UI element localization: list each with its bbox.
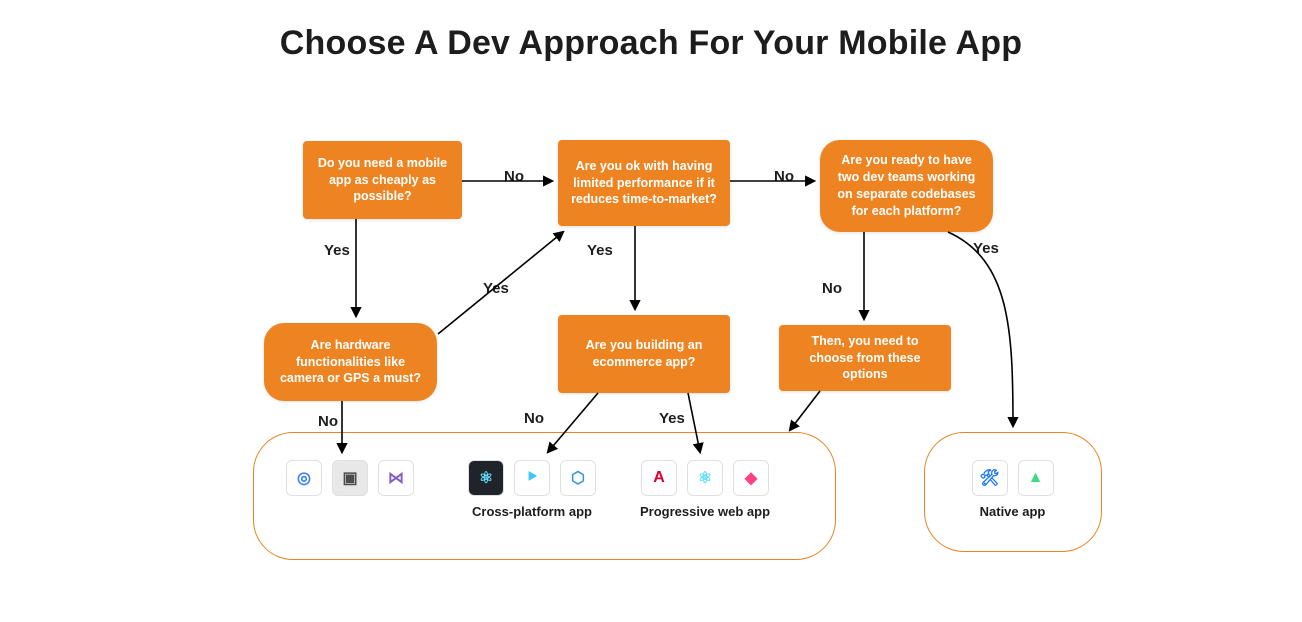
- node-two-teams: Are you ready to have two dev teams work…: [820, 140, 993, 232]
- node-performance: Are you ok with having limited performan…: [558, 140, 730, 226]
- hybrid-app-group: ◎ ▣ ⋈: [275, 460, 425, 496]
- polymer-icon: ◆: [733, 460, 769, 496]
- native-group: 🛠 ▲ Native app: [940, 460, 1085, 520]
- edge-teams-no: No: [819, 280, 845, 297]
- cross-platform-label: Cross-platform app: [452, 504, 612, 520]
- node-ecommerce: Are you building an ecommerce app?: [558, 315, 730, 393]
- cross-platform-group: ⚛ ⯈ ⬡ Cross-platform app: [452, 460, 612, 520]
- react-icon: ⚛: [468, 460, 504, 496]
- visual-studio-icon: ⋈: [378, 460, 414, 496]
- android-studio-icon: ▲: [1018, 460, 1054, 496]
- node-need-cheap: Do you need a mobile app as cheaply as p…: [303, 141, 462, 219]
- node-hardware: Are hardware functionalities like camera…: [264, 323, 437, 401]
- page-title: Choose A Dev Approach For Your Mobile Ap…: [0, 24, 1302, 63]
- xamarin-icon: ⬡: [560, 460, 596, 496]
- node-choose-options: Then, you need to choose from these opti…: [779, 325, 951, 391]
- pwa-label: Progressive web app: [620, 504, 790, 520]
- edge-cheap-yes: Yes: [321, 242, 353, 259]
- cordova-icon: ▣: [332, 460, 368, 496]
- ionic-icon: ◎: [286, 460, 322, 496]
- native-label: Native app: [940, 504, 1085, 520]
- xcode-icon: 🛠: [972, 460, 1008, 496]
- edge-ecom-yes: Yes: [656, 410, 688, 427]
- flutter-icon: ⯈: [514, 460, 550, 496]
- edge-perf-yes: Yes: [584, 242, 616, 259]
- angular-icon: A: [641, 460, 677, 496]
- edge-perf-no: No: [771, 168, 797, 185]
- edge-cheap-no: No: [501, 168, 527, 185]
- edge-ecom-no: No: [521, 410, 547, 427]
- edge-teams-yes: Yes: [970, 240, 1002, 257]
- edge-hw-yes: Yes: [480, 280, 512, 297]
- react-icon: ⚛: [687, 460, 723, 496]
- pwa-group: A ⚛ ◆ Progressive web app: [620, 460, 790, 520]
- edge-hw-no: No: [315, 413, 341, 430]
